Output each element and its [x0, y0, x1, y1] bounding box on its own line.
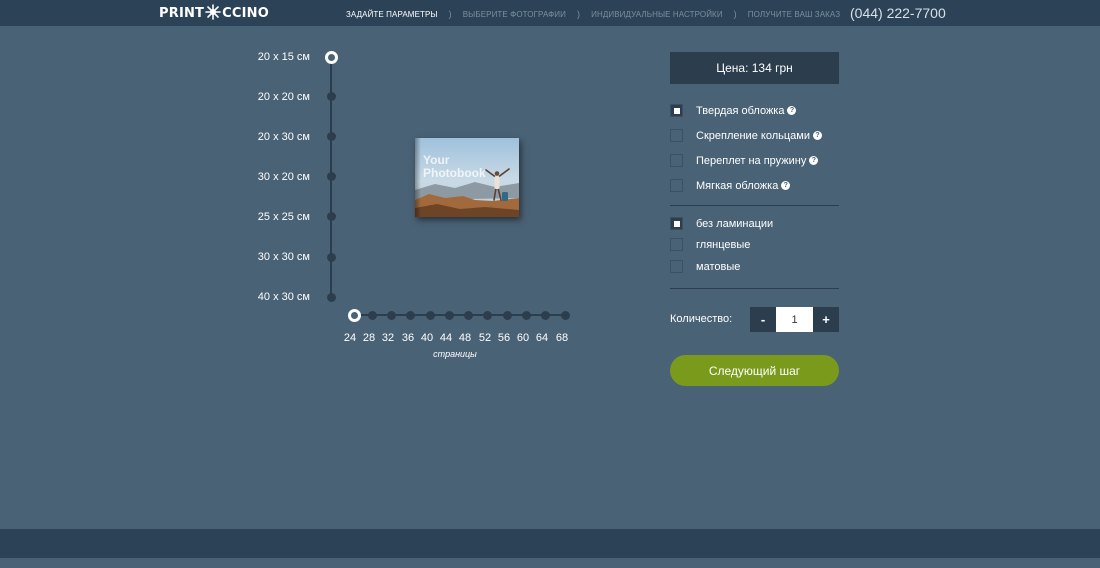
coffee-bean-logo-icon [205, 4, 221, 20]
lamination-option-glossy[interactable]: глянцевые [670, 238, 750, 251]
binding-option-softcover[interactable]: Мягкая обложка ? [670, 179, 791, 192]
page-dot-selected[interactable] [347, 308, 361, 322]
page-dot[interactable] [444, 310, 454, 320]
page-dot[interactable] [405, 310, 415, 320]
page-dot[interactable] [463, 310, 473, 320]
quantity-stepper: - 1 + [750, 307, 839, 332]
size-dot[interactable] [326, 91, 336, 101]
footer-bar [0, 529, 1100, 558]
checkbox[interactable] [670, 129, 683, 142]
binding-option-spiral[interactable]: Переплет на пружину ? [670, 154, 819, 167]
step-individual-settings[interactable]: ИНДИВИДУАЛЬНЫЕ НАСТРОЙКИ [591, 10, 723, 19]
size-dot[interactable] [326, 211, 336, 221]
page-count-label[interactable]: 68 [550, 332, 574, 344]
option-label: Твердая обложка [696, 104, 785, 117]
top-header: PRINT CCINO ЗАДАЙТЕ ПАРАМЕТРЫ ) ВЫБЕРИТЕ… [0, 0, 1100, 26]
checkbox-checked[interactable] [670, 217, 683, 230]
step-separator: ) [733, 9, 737, 19]
page-dot[interactable] [425, 310, 435, 320]
logo-text-right: CCINO [222, 5, 269, 21]
lamination-option-none[interactable]: без ламинации [670, 217, 773, 230]
size-option-label[interactable]: 30 x 30 см [220, 251, 310, 263]
quantity-label: Количество: [670, 313, 733, 325]
help-icon[interactable]: ? [781, 181, 791, 190]
step-get-order[interactable]: ПОЛУЧИТЕ ВАШ ЗАКАЗ [748, 10, 840, 19]
pages-caption: страницы [433, 349, 477, 359]
option-label: Мягкая обложка [696, 179, 779, 192]
photobook-preview-image: Your Photobook [415, 138, 519, 217]
size-dot[interactable] [326, 252, 336, 262]
lamination-option-matte[interactable]: матовые [670, 260, 740, 273]
logo-text-left: PRINT [159, 5, 205, 21]
size-dot[interactable] [326, 131, 336, 141]
option-label: глянцевые [696, 238, 751, 251]
option-label: без ламинации [696, 217, 774, 230]
checkbox[interactable] [670, 179, 683, 192]
page-dot[interactable] [482, 310, 492, 320]
price-display: Цена: 134 грн [670, 52, 839, 84]
page-dot[interactable] [367, 310, 377, 320]
size-option-label[interactable]: 25 x 25 см [220, 211, 310, 223]
phone-number[interactable]: (044) 222-7700 [850, 5, 946, 21]
size-dot-selected[interactable] [324, 50, 338, 64]
option-label: матовые [696, 260, 741, 273]
page-dot[interactable] [521, 310, 531, 320]
size-option-label[interactable]: 20 x 30 см [220, 131, 310, 143]
option-label: Переплет на пружину [696, 154, 807, 167]
checkbox-checked[interactable] [670, 104, 683, 117]
quantity-decrement-button[interactable]: - [750, 307, 776, 332]
step-separator: ) [577, 9, 581, 19]
next-step-button[interactable]: Следующий шаг [670, 355, 839, 386]
quantity-input[interactable]: 1 [776, 307, 813, 332]
size-option-label[interactable]: 20 x 20 см [220, 91, 310, 103]
price-text: Цена: 134 грн [716, 61, 793, 75]
option-label: Скрепление кольцами [696, 129, 810, 142]
page-dot[interactable] [386, 310, 396, 320]
checkbox[interactable] [670, 238, 683, 251]
page-dot[interactable] [560, 310, 570, 320]
checkbox[interactable] [670, 154, 683, 167]
checkbox[interactable] [670, 260, 683, 273]
step-choose-photos[interactable]: ВЫБЕРИТЕ ФОТОГРАФИИ [463, 10, 566, 19]
help-icon[interactable]: ? [787, 106, 797, 115]
size-option-label[interactable]: 30 x 20 см [220, 171, 310, 183]
options-divider [670, 288, 839, 289]
help-icon[interactable]: ? [809, 156, 819, 165]
options-divider [670, 205, 839, 206]
size-dot[interactable] [326, 292, 336, 302]
step-set-parameters[interactable]: ЗАДАЙТЕ ПАРАМЕТРЫ [346, 10, 438, 19]
photobook-cover-text: Your Photobook [423, 153, 486, 180]
size-option-label[interactable]: 20 x 15 см [220, 51, 310, 63]
step-separator: ) [448, 9, 452, 19]
logo[interactable]: PRINT CCINO [159, 4, 269, 21]
binding-option-rings[interactable]: Скрепление кольцами ? [670, 129, 822, 142]
quantity-increment-button[interactable]: + [813, 307, 839, 332]
size-option-label[interactable]: 40 x 30 см [220, 291, 310, 303]
binding-option-hardcover[interactable]: Твердая обложка ? [670, 104, 797, 117]
size-dot[interactable] [326, 171, 336, 181]
page-dot[interactable] [502, 310, 512, 320]
pages-axis-line [353, 314, 565, 316]
wizard-steps: ЗАДАЙТЕ ПАРАМЕТРЫ ) ВЫБЕРИТЕ ФОТОГРАФИИ … [346, 9, 840, 19]
help-icon[interactable]: ? [812, 131, 822, 140]
page-dot[interactable] [540, 310, 550, 320]
